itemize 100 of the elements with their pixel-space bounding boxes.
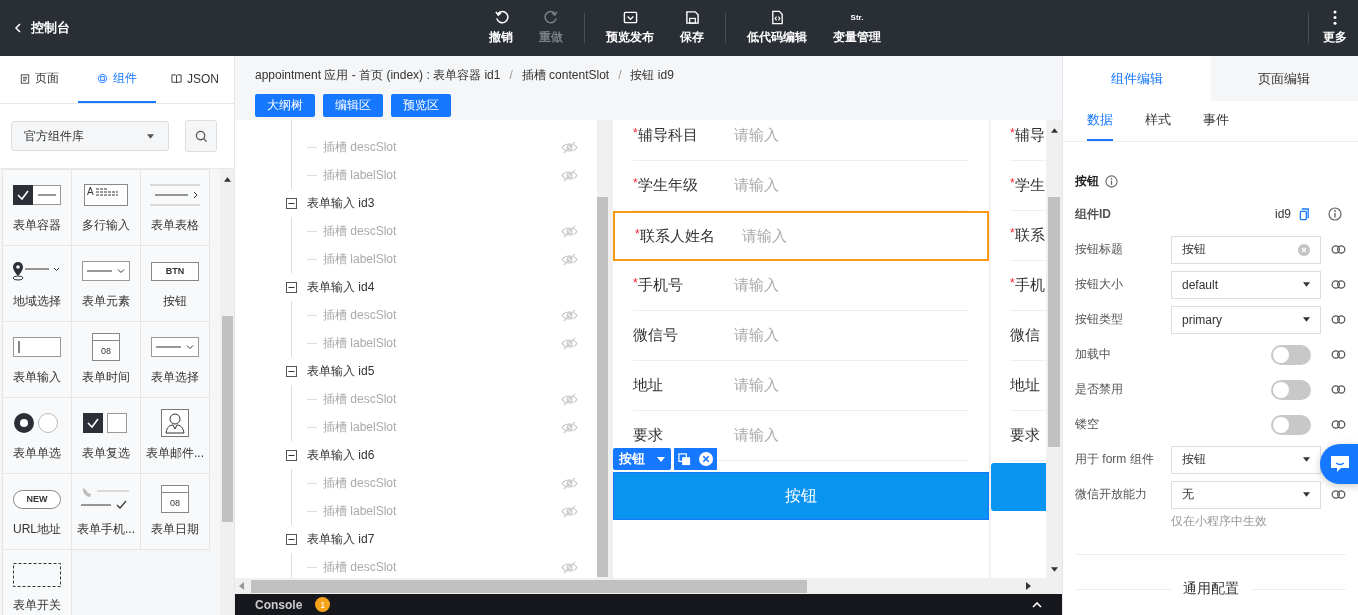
field-label: *手机 — [1010, 276, 1045, 295]
back-link[interactable]: 控制台 — [0, 19, 468, 37]
text-field[interactable]: 按钮 — [1171, 235, 1321, 264]
toggle-switch[interactable] — [1271, 379, 1311, 400]
tree-node[interactable]: 表单输入 id3 — [307, 194, 375, 212]
field-label: 按钮大小 — [1075, 276, 1124, 293]
component-tile[interactable]: 表单开关 — [2, 549, 72, 615]
select-field[interactable]: 无 — [1171, 480, 1321, 509]
panel-tab[interactable]: 页面编辑 — [1210, 56, 1358, 101]
scrollbar-thumb[interactable] — [221, 316, 233, 522]
panel-tab[interactable]: 页面 — [0, 56, 78, 103]
view-button[interactable]: 大纲树 — [255, 94, 315, 117]
component-tile[interactable]: 08 表单日期 — [140, 473, 210, 550]
info-icon[interactable] — [1105, 174, 1118, 188]
more-button[interactable]: 更多 — [1309, 10, 1358, 46]
breadcrumb-item[interactable]: 按钮 id9 — [630, 66, 674, 84]
tree-node[interactable]: 表单输入 id4 — [307, 278, 375, 296]
sub-tab[interactable]: 数据 — [1087, 101, 1113, 141]
link-icon[interactable] — [1331, 490, 1346, 499]
scrollbar-thumb[interactable] — [251, 579, 807, 593]
component-tag[interactable]: 按钮 — [613, 448, 671, 470]
toggle-switch[interactable] — [1271, 344, 1311, 365]
form-row[interactable]: 微信号 请输入 — [633, 311, 969, 361]
caret-down-icon — [147, 133, 154, 139]
toggle-switch[interactable] — [1271, 414, 1311, 435]
scroll-up-arrow[interactable] — [223, 177, 231, 182]
link-icon[interactable] — [1331, 385, 1346, 394]
close-icon[interactable] — [699, 452, 713, 466]
sub-tab[interactable]: 样式 — [1145, 101, 1171, 141]
toolbar-button[interactable]: 预览发布 — [597, 10, 663, 46]
collapse-icon[interactable] — [286, 449, 297, 461]
collapse-icon[interactable] — [286, 533, 297, 545]
link-icon[interactable] — [1331, 350, 1346, 359]
view-button[interactable]: 编辑区 — [323, 94, 383, 117]
checkbox-field-icon — [13, 185, 61, 205]
checkbox-icon — [83, 412, 129, 434]
copy-icon[interactable] — [678, 452, 691, 466]
caret-down-icon — [1303, 282, 1310, 287]
search-button[interactable] — [185, 120, 217, 152]
scroll-right-arrow[interactable] — [1026, 582, 1031, 590]
chevron-left-icon[interactable] — [13, 23, 23, 33]
component-tile[interactable]: 表单表格 — [140, 169, 210, 246]
scroll-down-arrow[interactable] — [1050, 567, 1058, 572]
select-field[interactable]: primary — [1171, 305, 1321, 334]
chevron-up-icon[interactable] — [1032, 601, 1042, 608]
tree-node[interactable]: 表单输入 id6 — [307, 446, 375, 464]
text-input-icon — [13, 337, 61, 357]
collapse-icon[interactable] — [286, 197, 297, 209]
toolbar-button[interactable]: 撤销 — [480, 10, 522, 46]
caret-down-icon — [1303, 317, 1310, 322]
scroll-left-arrow[interactable] — [239, 582, 244, 590]
variable-icon: Str. — [850, 13, 864, 22]
field-label: 微信开放能力 — [1075, 486, 1148, 503]
scroll-up-arrow[interactable] — [1050, 128, 1058, 133]
tree-node[interactable]: 表单输入 id5 — [307, 362, 375, 380]
panel-tab[interactable]: JSON — [156, 56, 234, 103]
form-row[interactable]: *手机号 请输入 — [633, 261, 969, 311]
form-row[interactable]: 地址 请输入 — [633, 361, 969, 411]
form-row[interactable]: *联系人姓名 请输入 — [613, 211, 989, 261]
collapse-icon[interactable] — [286, 365, 297, 377]
breadcrumb-item[interactable]: appointment 应用 - 首页 (index) : 表单容器 id1 — [255, 66, 501, 84]
library-select[interactable]: 官方组件库 — [11, 121, 169, 151]
form-row[interactable]: *学生年级 请输入 — [633, 161, 969, 211]
scrollbar-thumb[interactable] — [597, 197, 608, 577]
sub-tab[interactable]: 事件 — [1203, 101, 1229, 141]
info-icon[interactable] — [1328, 207, 1342, 221]
link-icon[interactable] — [1331, 315, 1346, 324]
field-label: 微信号 — [633, 326, 679, 345]
dashed-box-icon — [13, 563, 61, 587]
console-tab[interactable]: Console — [255, 597, 303, 612]
book-icon — [171, 73, 182, 84]
breadcrumb-separator: / — [509, 68, 513, 82]
field-label: *手机号 — [633, 276, 684, 295]
field-label: 要求 — [1010, 426, 1040, 445]
link-icon[interactable] — [1331, 245, 1346, 254]
toolbar-button[interactable]: 低代码编辑 — [738, 10, 816, 46]
caret-down-icon — [657, 456, 665, 462]
component-tile[interactable]: 表单容器 — [2, 169, 72, 246]
view-button[interactable]: 预览区 — [391, 94, 451, 117]
link-icon[interactable] — [1331, 280, 1346, 289]
breadcrumb-item[interactable]: 插槽 contentSlot — [521, 66, 610, 84]
link-icon[interactable] — [1331, 420, 1346, 429]
select-field[interactable]: 按钮 — [1171, 445, 1321, 474]
document-icon — [19, 73, 30, 84]
person-icon — [161, 409, 189, 437]
select-field[interactable]: default — [1171, 270, 1321, 299]
panel-tab[interactable]: 组件 — [78, 56, 156, 103]
toolbar-button[interactable]: Str. 变量管理 — [824, 10, 890, 46]
field-label: *辅导 — [1010, 126, 1045, 145]
field-label: 用于 form 组件 — [1075, 451, 1155, 468]
collapse-icon[interactable] — [286, 281, 297, 293]
copy-icon[interactable] — [1299, 207, 1310, 221]
chat-button[interactable] — [1320, 444, 1358, 484]
tag-icon: NEW — [13, 489, 61, 509]
code-file-icon — [769, 10, 785, 25]
tree-node[interactable]: 表单输入 id7 — [307, 530, 375, 548]
scrollbar-thumb[interactable] — [1048, 197, 1060, 447]
more-icon — [1333, 10, 1337, 25]
form-row[interactable]: *辅导科目 请输入 — [633, 120, 969, 161]
toolbar-button[interactable]: 保存 — [671, 10, 713, 46]
